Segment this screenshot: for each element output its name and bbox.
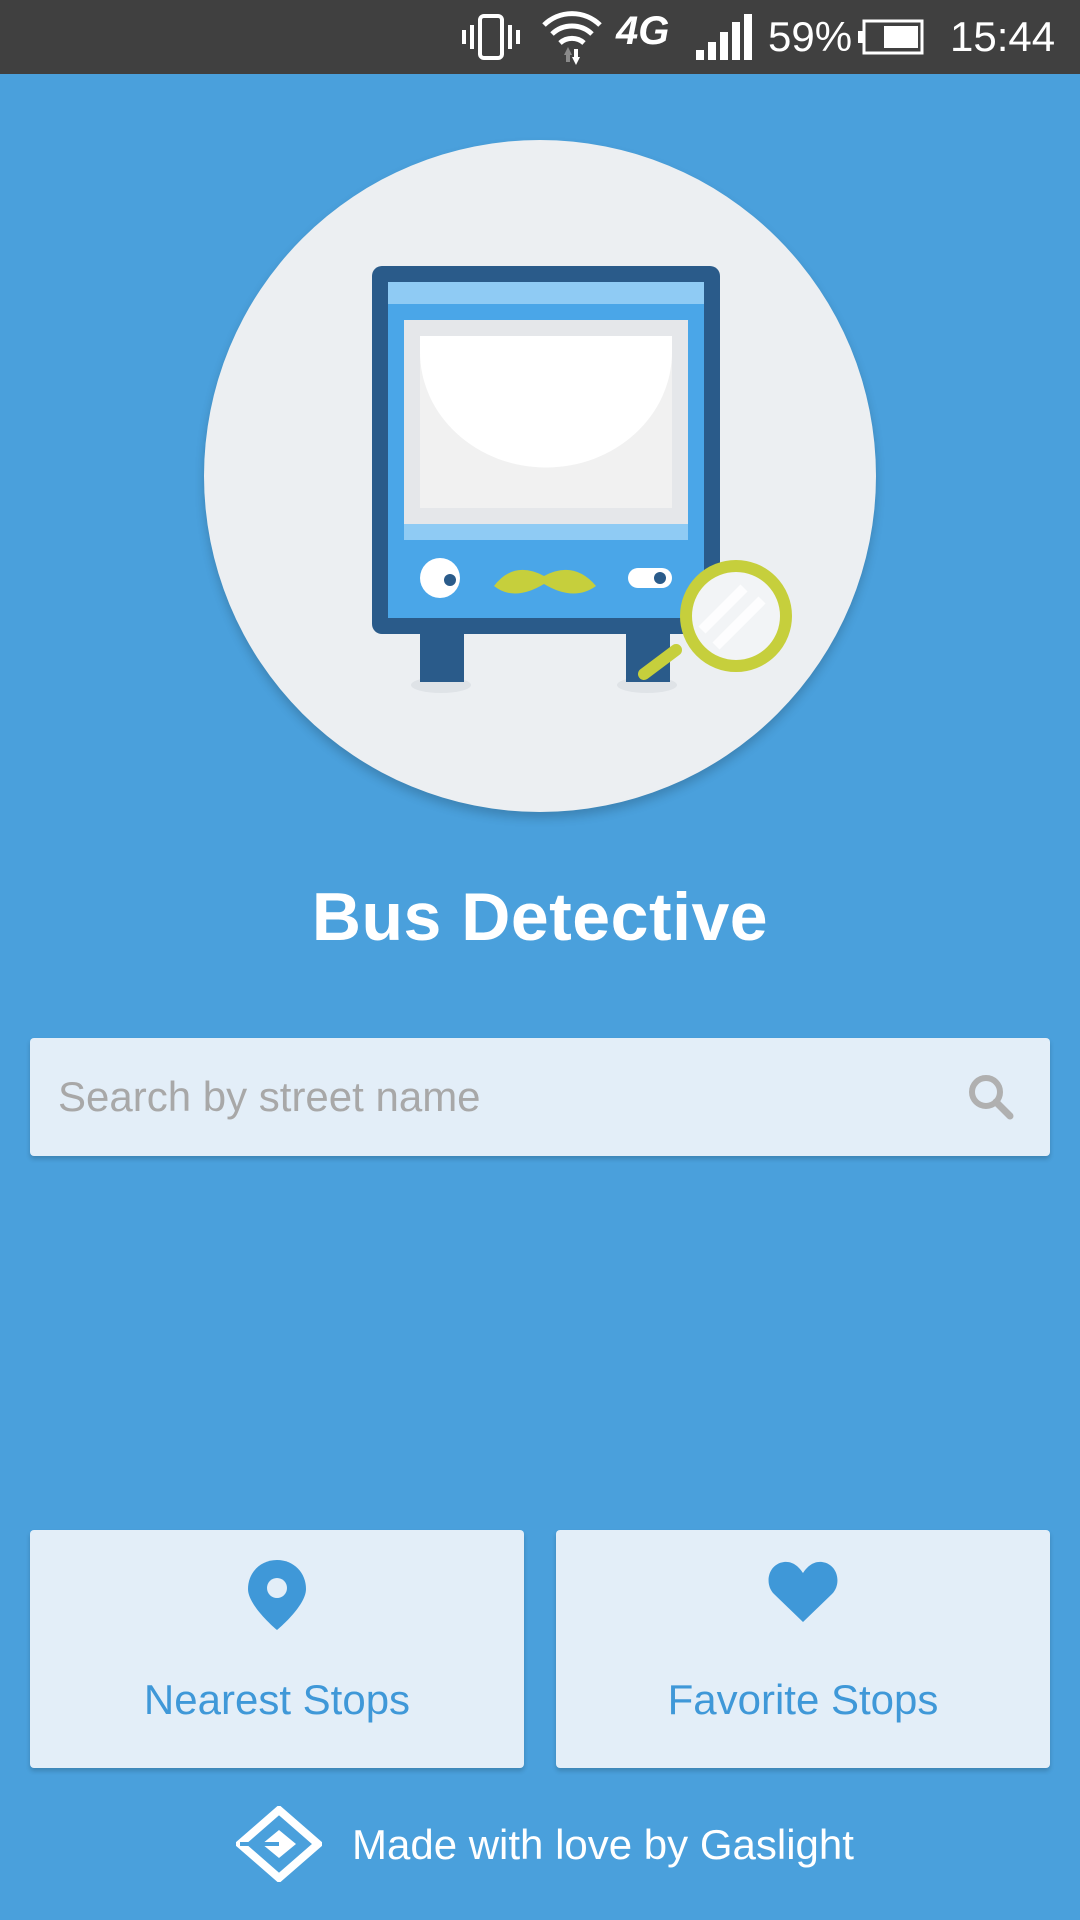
gaslight-logo [236,1806,322,1882]
network-4g-icon: 4G [616,8,670,53]
heart-icon [768,1561,838,1622]
search-icon[interactable] [966,1072,1016,1122]
signal-icon [694,0,752,74]
wifi-icon [540,0,604,74]
location-pin-icon [248,1560,306,1630]
bus-detective-illustration [372,266,792,693]
footer[interactable]: Made with love by Gaslight [0,1800,1080,1890]
battery-icon [856,0,926,74]
footer-text[interactable]: Made with love by Gaslight [352,1800,854,1890]
battery-percent: 59% [768,13,853,60]
nearest-stops-button[interactable]: Nearest Stops [30,1530,524,1768]
favorite-stops-button[interactable]: Favorite Stops [556,1530,1050,1768]
search-box[interactable] [30,1038,1050,1156]
clock: 15:44 [950,13,1056,60]
vibrate-icon [462,0,520,74]
search-input[interactable] [58,1038,938,1156]
favorite-stops-label: Favorite Stops [667,1676,939,1723]
nearest-stops-label: Nearest Stops [143,1676,411,1723]
app-title: Bus Detective [311,879,769,955]
status-bar: 4G 59% 15:44 [0,0,1080,74]
